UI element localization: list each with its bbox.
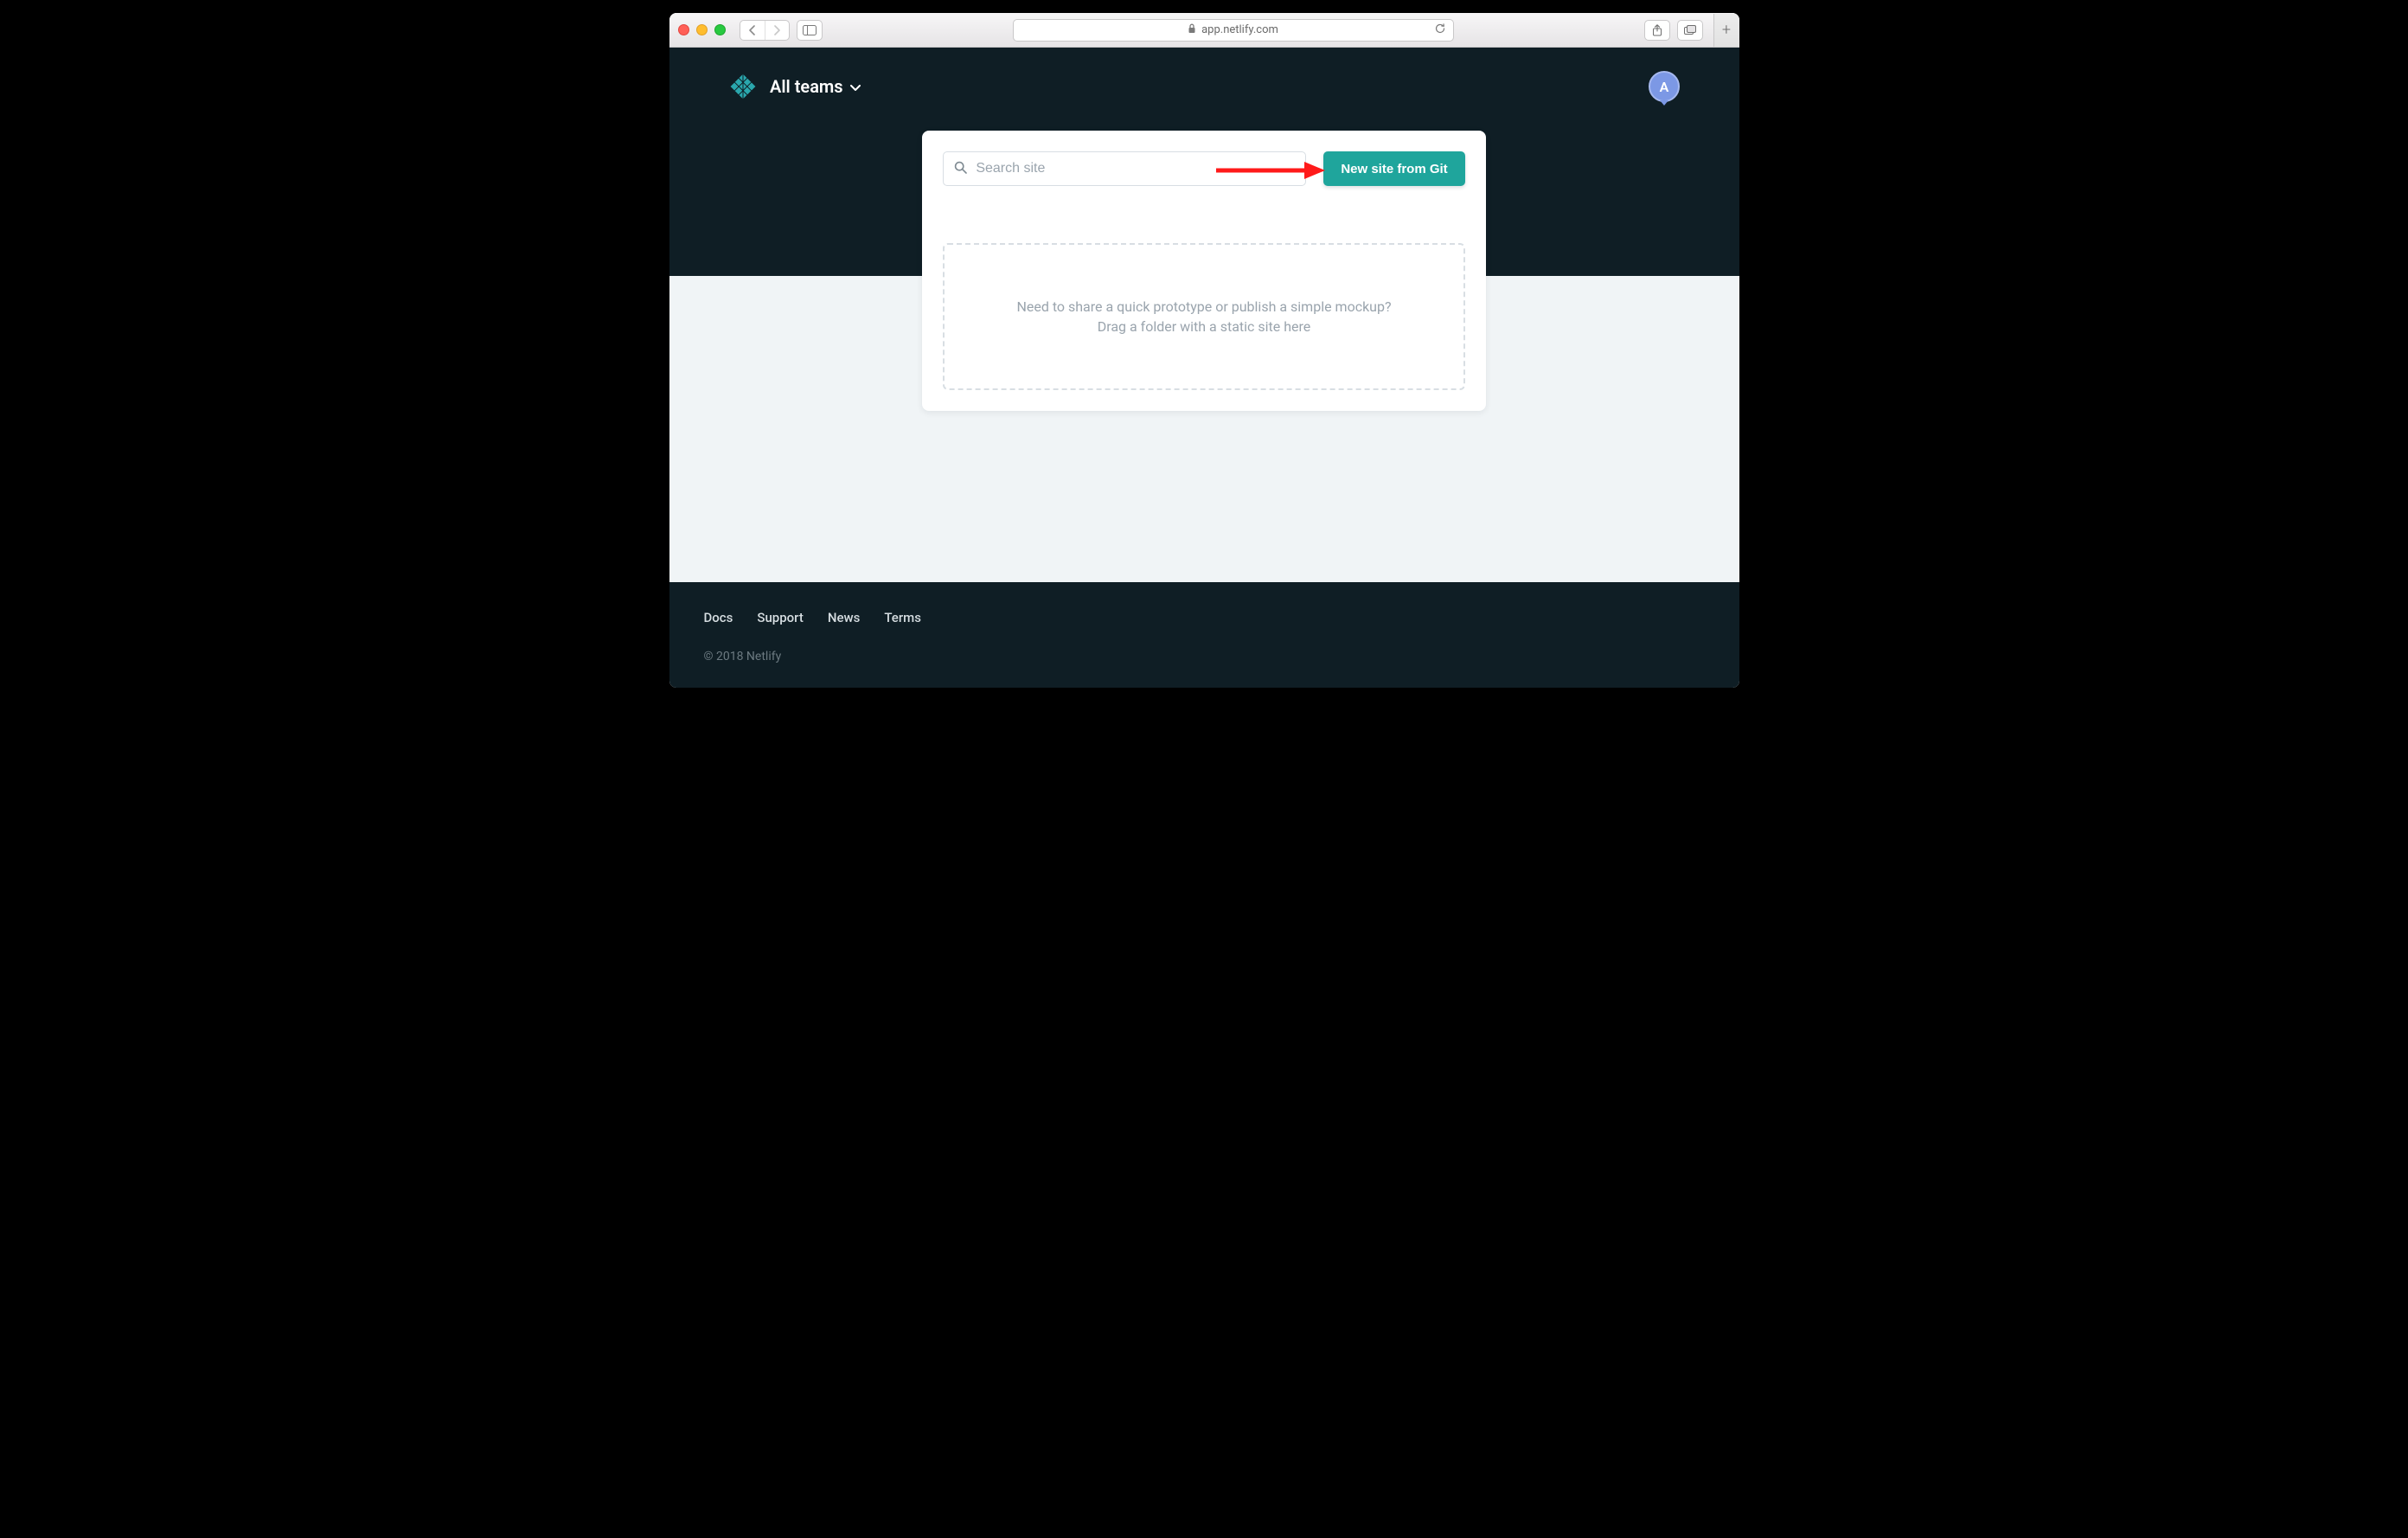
footer-link-docs[interactable]: Docs [704, 610, 733, 625]
window-controls [678, 24, 726, 35]
footer-links: Docs Support News Terms [704, 610, 1705, 625]
lock-icon [1188, 23, 1196, 36]
team-selector-label: All teams [770, 76, 843, 97]
sidebar-icon [803, 25, 817, 35]
window-zoom-button[interactable] [714, 24, 726, 35]
sites-card: New site from Git Need to share a quick … [922, 131, 1485, 411]
browser-share-button[interactable] [1644, 20, 1670, 41]
new-site-from-git-button[interactable]: New site from Git [1323, 151, 1464, 186]
browser-address-bar[interactable]: app.netlify.com [1013, 19, 1454, 42]
deploy-dropzone[interactable]: Need to share a quick prototype or publi… [943, 243, 1464, 390]
reload-icon [1434, 22, 1446, 35]
footer-copyright: © 2018 Netlify [704, 650, 1705, 663]
footer-link-support[interactable]: Support [757, 610, 803, 625]
browser-titlebar: app.netlify.com + [669, 13, 1739, 48]
avatar-initial: A [1660, 79, 1669, 95]
chevron-left-icon [748, 25, 756, 35]
browser-window: app.netlify.com + [669, 13, 1739, 688]
netlify-logo-icon [728, 72, 758, 101]
footer-link-terms[interactable]: Terms [884, 610, 921, 625]
browser-sidebar-button[interactable] [797, 20, 823, 41]
browser-nav-group [740, 20, 790, 41]
share-icon [1652, 24, 1662, 36]
footer-link-news[interactable]: News [828, 610, 861, 625]
user-avatar[interactable]: A [1649, 71, 1680, 102]
window-close-button[interactable] [678, 24, 689, 35]
team-selector[interactable]: All teams [770, 76, 861, 97]
browser-reload-button[interactable] [1434, 22, 1446, 38]
browser-forward-button[interactable] [765, 20, 789, 41]
app-footer: Docs Support News Terms © 2018 Netlify [669, 582, 1739, 688]
tabs-icon [1684, 25, 1696, 35]
browser-tabs-button[interactable] [1677, 20, 1703, 41]
dropzone-text-line2: Drag a folder with a static site here [1098, 318, 1311, 335]
page-body: All teams A [669, 48, 1739, 688]
search-input-wrapper[interactable] [943, 151, 1306, 186]
browser-address-text: app.netlify.com [1201, 23, 1278, 36]
brand-area: All teams [728, 72, 861, 101]
chevron-down-icon [850, 83, 861, 94]
dropzone-text-line1: Need to share a quick prototype or publi… [1016, 298, 1391, 315]
search-input[interactable] [976, 161, 1295, 176]
browser-new-tab-button[interactable]: + [1713, 14, 1739, 47]
browser-back-button[interactable] [740, 20, 765, 41]
search-icon [954, 161, 967, 177]
browser-right-controls: + [1644, 14, 1731, 47]
window-minimize-button[interactable] [696, 24, 708, 35]
chevron-right-icon [773, 25, 781, 35]
